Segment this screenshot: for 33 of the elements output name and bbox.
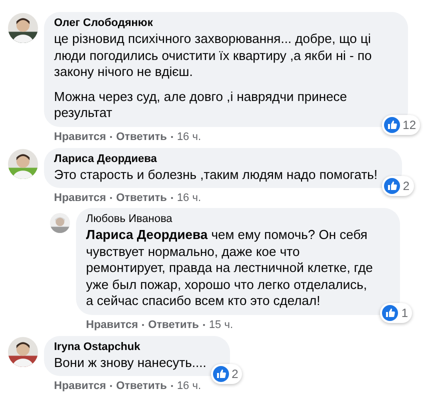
author-name[interactable]: Лариса Деордиева (54, 152, 378, 166)
reaction-badge[interactable]: 12 (382, 114, 420, 134)
author-name[interactable]: Iryna Ostapchuk (54, 340, 206, 354)
reaction-badge[interactable]: 2 (210, 364, 242, 384)
comment-time[interactable]: 16 ч. (176, 380, 202, 392)
comment-time[interactable]: 16 ч. (176, 130, 202, 142)
reply-link[interactable]: Ответить (148, 318, 199, 330)
reaction-count: 1 (401, 306, 408, 320)
reaction-count: 2 (402, 179, 410, 193)
reaction-count: 12 (402, 118, 416, 132)
like-link[interactable]: Нравится (86, 318, 138, 330)
reply-link[interactable]: Ответить (116, 192, 167, 204)
thumbs-up-icon (384, 178, 400, 194)
thumbs-up-icon (212, 366, 229, 382)
comment-text: Можна через суд, але довго ,і наврядчи принесе результат (54, 88, 348, 122)
reply-link[interactable]: Ответить (116, 130, 167, 142)
reaction-badge[interactable]: 1 (380, 302, 412, 322)
thumbs-up-icon (382, 304, 398, 320)
comment-text: це різновид психічного захворювання... добре, що ці люди погодились очистити їх квартиру ,а якби ні - по закону нічого не вдієш. (54, 31, 373, 80)
comment-time[interactable]: 15 ч. (208, 318, 234, 330)
author-name[interactable]: Олег Слободянюк (54, 17, 384, 30)
comment-time[interactable]: 16 ч. (176, 192, 202, 204)
comment-text: Вони ж знову нанесуть.... (54, 354, 206, 371)
reaction-badge[interactable]: 2 (382, 176, 414, 196)
author-name[interactable]: Любовь Иванова (86, 213, 376, 226)
like-link[interactable]: Нравится (54, 130, 106, 142)
comment-text: Лариса Деордиева чем ему помочь? Он себя чувствует нормально, даже кое что ремонтирует, правда на лестничной клетке, где уже был пожар, хорошо что легко отделались, а сейчас спасибо всем кто это сделал! (86, 227, 374, 310)
comment-text: Это старость и болезнь ,таким людям надо помогать! (54, 166, 378, 183)
like-link[interactable]: Нравится (54, 380, 106, 392)
reaction-count: 2 (232, 367, 238, 381)
like-link[interactable]: Нравится (54, 192, 106, 204)
reply-link[interactable]: Ответить (116, 380, 167, 392)
thumbs-up-icon (384, 116, 400, 132)
